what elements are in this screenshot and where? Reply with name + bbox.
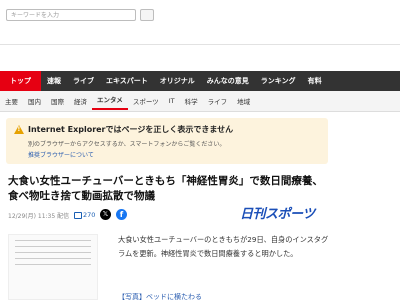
comment-count-value: 270 [83,211,96,219]
comment-count[interactable]: 270 [74,211,95,219]
nav-tab-paid[interactable]: 有料 [302,76,328,86]
nav-tab-expert[interactable]: エキスパート [100,76,154,86]
nav-tab-original[interactable]: オリジナル [154,76,201,86]
cat-tab-domestic[interactable]: 国内 [23,96,46,106]
search-button[interactable] [140,9,154,21]
source-logo-text: 日刊スポーツ [240,207,315,222]
article-body: 大食い女性ユーチューバーのときもちが29日、自身のインスタグラムを更新。神経性胃… [118,235,329,258]
cat-tab-international[interactable]: 国際 [46,96,69,106]
cat-tab-local[interactable]: 地域 [232,96,255,106]
recommended-browser-link[interactable]: 推奨ブラウザーについて [28,150,94,159]
warning-icon [14,125,24,134]
category-nav: 主要 国内 国際 経済 エンタメ スポーツ IT 科学 ライフ 地域 [0,91,400,112]
notice-title: Internet Explorerではページを正しく表示できません [28,125,234,134]
article-meta: 12/29(月) 11:35 配信 [8,213,70,220]
nav-tab-opinion[interactable]: みんなの意見 [201,76,255,86]
x-share-icon[interactable]: 𝕏 [100,209,111,220]
photo-link[interactable]: 【写真】ベッドに横たわる [118,292,202,302]
cat-tab-life[interactable]: ライフ [203,96,233,106]
browser-notice: Internet Explorerではページを正しく表示できません 別のブラウザ… [6,118,328,164]
article-headline: 大食い女性ユーチューバーときもち「神経性胃炎」で数日間療養、食べ物吐き捨て動画拡… [8,175,323,202]
header-strip: キーワードを入力 [0,0,400,45]
primary-nav: トップ 速報 ライブ エキスパート オリジナル みんなの意見 ランキング 有料 [0,71,400,91]
cat-tab-entertainment[interactable]: エンタメ [92,92,128,110]
nav-tab-ranking[interactable]: ランキング [255,76,302,86]
cat-tab-it[interactable]: IT [164,97,180,105]
source-logo[interactable]: 日刊スポーツ [240,203,330,223]
facebook-share-icon[interactable]: f [116,209,127,220]
nav-tab-breaking[interactable]: 速報 [41,76,67,86]
nav-tab-live[interactable]: ライブ [67,76,100,86]
comment-icon [74,211,82,219]
notice-subtitle: 別のブラウザーからアクセスするか、スマートフォンからご覧ください。 [28,141,226,148]
nav-tab-top[interactable]: トップ [0,71,41,91]
cat-tab-science[interactable]: 科学 [180,96,203,106]
cat-tab-sports[interactable]: スポーツ [128,96,164,106]
cat-tab-main[interactable]: 主要 [0,96,23,106]
search-input[interactable]: キーワードを入力 [6,9,136,21]
article-thumbnail[interactable] [8,234,98,300]
cat-tab-economy[interactable]: 経済 [69,96,92,106]
